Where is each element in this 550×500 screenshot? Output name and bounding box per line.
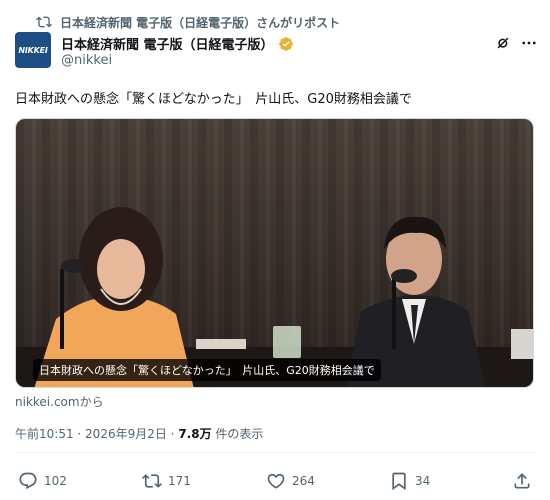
verified-badge-icon[interactable] <box>278 36 294 52</box>
repost-icon <box>36 16 52 28</box>
reply-count: 102 <box>44 474 67 488</box>
bookmark-icon <box>392 472 406 491</box>
source-link[interactable]: nikkei.comから <box>15 393 104 410</box>
repost-button[interactable]: 171 <box>142 471 191 491</box>
heart-icon <box>267 473 285 489</box>
share-button[interactable] <box>512 471 532 491</box>
post-text: 日本財政への懸念「驚くほどなかった」 片山氏、G20財務相会議で <box>15 92 412 107</box>
repost-count: 171 <box>168 474 191 488</box>
author-name-row: 日本経済新聞 電子版（日経電子版） <box>61 34 294 53</box>
meta-separator: · <box>166 427 179 441</box>
view-count: 7.8万 <box>178 427 212 441</box>
like-count: 264 <box>292 474 315 488</box>
media-card[interactable]: 日本財政への懸念「驚くほどなかった」 片山氏、G20財務相会議で <box>15 118 534 388</box>
post-meta: 午前10:51 · 2026年9月2日 · 7.8万 件の表示 <box>15 425 263 442</box>
media-caption: 日本財政への懸念「驚くほどなかった」 片山氏、G20財務相会議で <box>33 359 381 381</box>
post-date[interactable]: 2026年9月2日 <box>85 427 167 441</box>
reply-icon <box>19 472 37 490</box>
bookmark-count: 34 <box>415 474 431 488</box>
author-handle[interactable]: @nikkei <box>61 53 112 68</box>
avatar-logo-text: NIKKEI <box>18 45 48 55</box>
more-icon[interactable] <box>520 34 538 52</box>
divider <box>15 452 534 453</box>
like-button[interactable]: 264 <box>266 471 315 491</box>
reply-button[interactable]: 102 <box>18 471 67 491</box>
post-time[interactable]: 午前10:51 <box>15 427 74 441</box>
grok-icon[interactable] <box>494 34 512 52</box>
view-count-suffix: 件の表示 <box>211 427 264 441</box>
meta-separator: · <box>73 427 86 441</box>
author-display-name[interactable]: 日本経済新聞 電子版（日経電子版） <box>61 34 274 53</box>
press-conference-photo <box>16 119 533 387</box>
repost-icon <box>142 474 162 488</box>
repost-header[interactable]: 日本経済新聞 電子版（日経電子版）さんがリポスト <box>36 13 340 31</box>
avatar[interactable]: NIKKEI <box>15 32 51 68</box>
share-icon <box>514 473 530 489</box>
repost-label[interactable]: 日本経済新聞 電子版（日経電子版）さんがリポスト <box>60 14 340 31</box>
bookmark-button[interactable]: 34 <box>389 471 430 491</box>
